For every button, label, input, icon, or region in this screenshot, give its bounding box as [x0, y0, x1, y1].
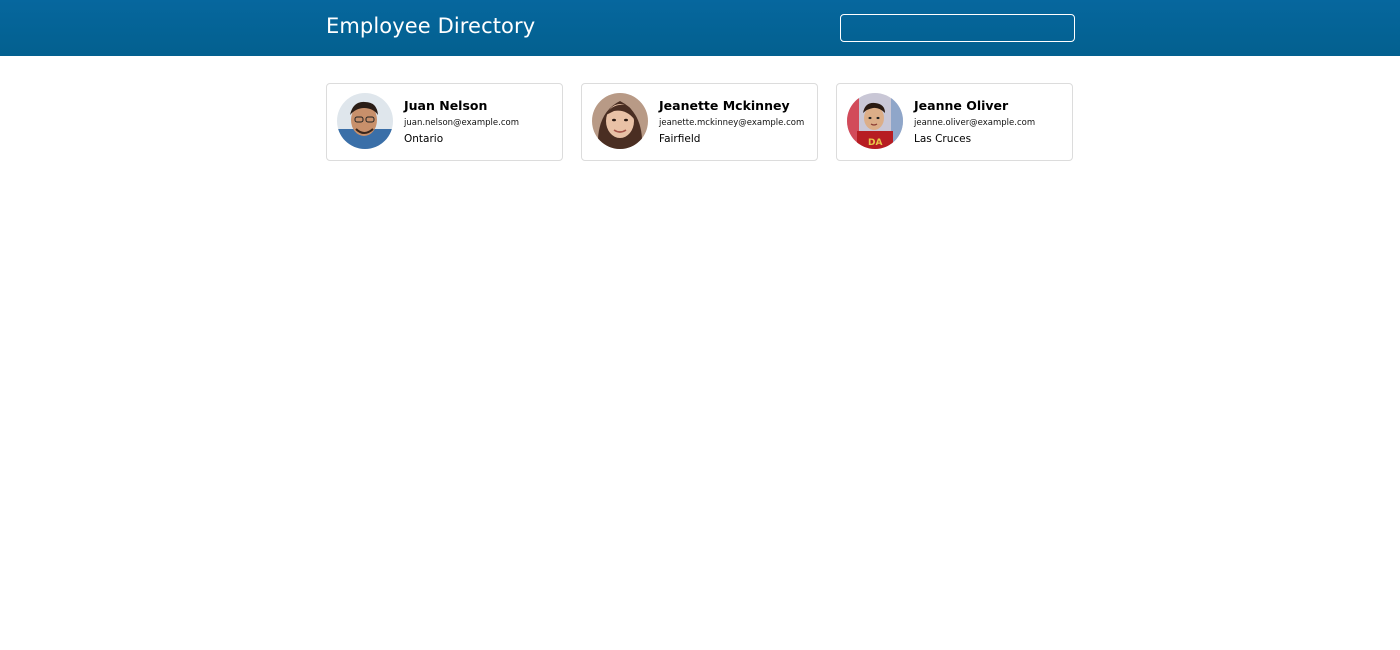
- search-input[interactable]: [840, 14, 1075, 42]
- svg-text:DA: DA: [868, 138, 882, 148]
- employee-card[interactable]: Juan Nelson juan.nelson@example.com Onta…: [326, 83, 563, 161]
- employee-name: Jeanne Oliver: [914, 98, 1009, 113]
- avatar: DA: [847, 93, 903, 149]
- employee-name: Jeanette Mckinney: [659, 98, 790, 113]
- employee-card-list: Juan Nelson juan.nelson@example.com Onta…: [326, 83, 1073, 161]
- employee-card[interactable]: Jeanette Mckinney jeanette.mckinney@exam…: [581, 83, 818, 161]
- employee-location: Fairfield: [659, 133, 701, 145]
- avatar: [592, 93, 648, 149]
- avatar: [337, 93, 393, 149]
- employee-location: Las Cruces: [914, 133, 972, 145]
- avatar-photo-icon: DA: [847, 93, 903, 149]
- employee-location: Ontario: [404, 133, 444, 145]
- employee-email: jeanette.mckinney@example.com: [659, 118, 805, 128]
- employee-name: Juan Nelson: [404, 98, 488, 113]
- employee-card[interactable]: DA Jeanne Oliver jeanne.oliver@example.c…: [836, 83, 1073, 161]
- employee-email: jeanne.oliver@example.com: [914, 118, 1036, 128]
- employee-email: juan.nelson@example.com: [404, 118, 519, 128]
- avatar-photo-icon: [337, 93, 393, 149]
- page-title: Employee Directory: [326, 14, 536, 38]
- app-header: Employee Directory: [0, 0, 1400, 56]
- avatar-photo-icon: [592, 93, 648, 149]
